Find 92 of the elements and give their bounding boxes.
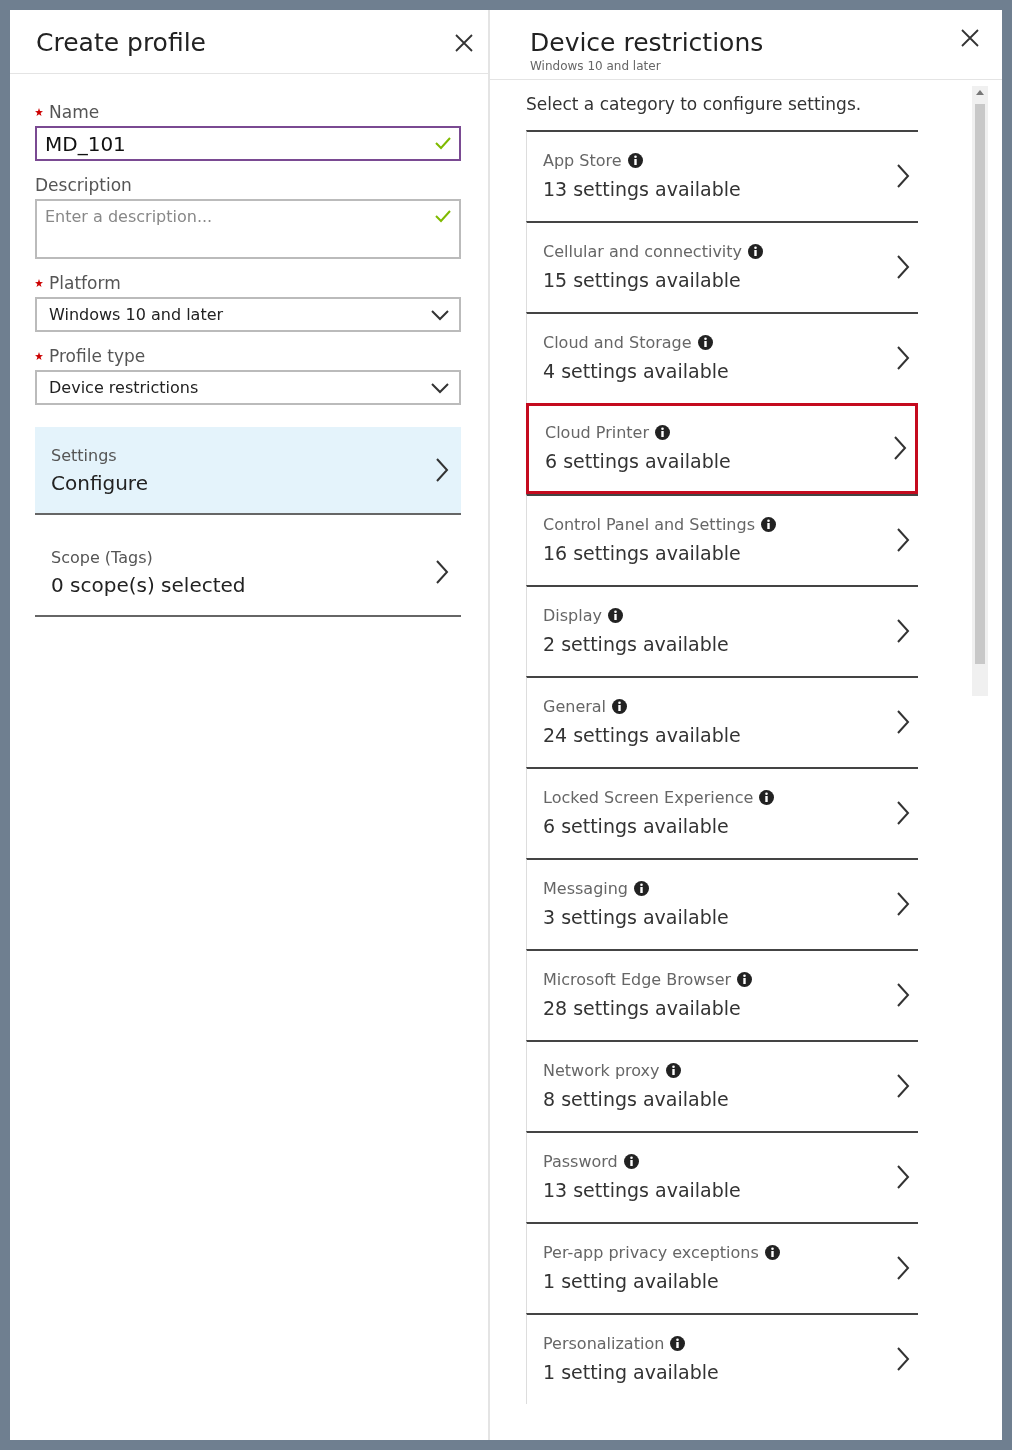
settings-count: 2 settings available: [543, 633, 729, 655]
category-name: Personalization: [543, 1334, 665, 1353]
scrollbar[interactable]: [972, 86, 988, 696]
settings-count: 13 settings available: [543, 178, 741, 200]
chevron-right-icon: [896, 1163, 910, 1190]
info-icon: [748, 244, 764, 259]
field-label: Name: [49, 102, 100, 122]
info-icon: [761, 517, 776, 532]
info-icon: [608, 608, 623, 623]
chevron-right-icon: [896, 253, 910, 280]
name-field[interactable]: MD_101: [35, 126, 461, 161]
category-item[interactable]: Personalization 1 setting available: [526, 1313, 918, 1404]
dropdown[interactable]: Windows 10 and later: [35, 297, 461, 332]
category-name: App Store: [543, 151, 622, 170]
chevron-down-icon: [431, 308, 449, 321]
settings-count: 3 settings available: [543, 906, 729, 928]
field-label: Description: [35, 175, 132, 195]
category-name: Microsoft Edge Browser: [543, 970, 732, 989]
chevron-down-icon: [431, 381, 449, 394]
info-icon: [655, 425, 670, 440]
info-icon: [764, 1245, 780, 1260]
category-item[interactable]: Network proxy 8 settings available: [526, 1040, 918, 1131]
info-icon: [634, 881, 650, 896]
chevron-right-icon: [896, 1072, 910, 1099]
chevron-right-icon: [893, 434, 907, 461]
category-name: Display: [543, 606, 602, 625]
info-icon: [612, 699, 628, 714]
chevron-right-icon: [896, 617, 910, 644]
chevron-right-icon: [896, 981, 910, 1008]
chevron-right-icon: [896, 1254, 910, 1281]
category-item[interactable]: Microsoft Edge Browser 28 settings available: [526, 949, 918, 1040]
settings-count: 24 settings available: [543, 724, 741, 746]
category-name: Cellular and connectivity: [543, 242, 743, 261]
info-icon: [670, 1336, 686, 1351]
category-name: General: [543, 697, 607, 716]
category-name: Cloud Printer: [545, 423, 649, 442]
nav-item[interactable]: Scope (Tags) 0 scope(s) selected: [35, 529, 461, 617]
panel-title: Device restrictions: [530, 28, 764, 57]
category-name: Password: [543, 1152, 618, 1171]
category-name: Messaging: [543, 879, 629, 898]
panel-title: Create profile: [36, 28, 206, 57]
category-name: Locked Screen Experience: [543, 788, 754, 807]
settings-count: 6 settings available: [543, 815, 730, 837]
close-icon[interactable]: [454, 32, 474, 53]
chevron-right-icon: [896, 526, 910, 553]
settings-count: 1 setting available: [543, 1361, 719, 1383]
chevron-right-icon: [435, 559, 449, 585]
settings-count: 8 settings available: [543, 1088, 729, 1110]
category-name: Per-app privacy exceptions: [543, 1243, 759, 1262]
category-item[interactable]: Control Panel and Settings 16 settings available: [526, 494, 918, 585]
category-item[interactable]: Per-app privacy exceptions 1 setting available: [526, 1222, 918, 1313]
category-item[interactable]: Display 2 settings available: [526, 585, 918, 676]
instruction-text: Select a category to configure settings.: [526, 94, 863, 114]
chevron-right-icon: [896, 708, 910, 735]
category-item[interactable]: Locked Screen Experience 6 settings available: [526, 767, 918, 858]
category-item[interactable]: Password 13 settings available: [526, 1131, 918, 1222]
settings-count: 15 settings available: [543, 269, 742, 291]
field-label: Platform: [49, 273, 121, 293]
chevron-right-icon: [896, 344, 910, 371]
category-name: Network proxy: [543, 1061, 660, 1080]
settings-count: 13 settings available: [543, 1179, 741, 1201]
chevron-right-icon: [896, 799, 910, 826]
close-icon[interactable]: [960, 28, 980, 48]
category-item[interactable]: App Store 13 settings available: [526, 130, 918, 221]
field-label: Profile type: [49, 346, 146, 366]
category-item[interactable]: Messaging 3 settings available: [526, 858, 918, 949]
chevron-right-icon: [896, 162, 910, 189]
settings-count: 6 settings available: [545, 450, 731, 472]
info-icon: [623, 1154, 639, 1169]
category-name: Control Panel and Settings: [543, 515, 755, 534]
category-item[interactable]: Cloud Printer 6 settings available: [526, 403, 918, 494]
category-item[interactable]: General 24 settings available: [526, 676, 918, 767]
chevron-right-icon: [896, 1345, 910, 1372]
panel-subtitle: Windows 10 and later: [530, 59, 662, 73]
info-icon: [759, 790, 775, 805]
category-item[interactable]: Cellular and connectivity 15 settings available: [526, 221, 918, 312]
info-icon: [665, 1063, 681, 1078]
category-name: Cloud and Storage: [543, 333, 692, 352]
category-item[interactable]: Cloud and Storage 4 settings available: [526, 312, 918, 403]
info-icon: [737, 972, 753, 987]
settings-count: 4 settings available: [543, 360, 729, 382]
settings-count: 28 settings available: [543, 997, 742, 1019]
chevron-right-icon: [896, 890, 910, 917]
settings-count: 1 setting available: [543, 1270, 720, 1292]
info-icon: [627, 153, 643, 168]
dropdown[interactable]: Device restrictions: [35, 370, 461, 405]
nav-item[interactable]: Settings Configure: [35, 427, 461, 515]
scroll-up-icon[interactable]: [976, 89, 984, 95]
description-field[interactable]: Enter a description...: [35, 199, 461, 259]
settings-count: 16 settings available: [543, 542, 742, 564]
chevron-right-icon: [435, 457, 449, 483]
info-icon: [697, 335, 713, 350]
